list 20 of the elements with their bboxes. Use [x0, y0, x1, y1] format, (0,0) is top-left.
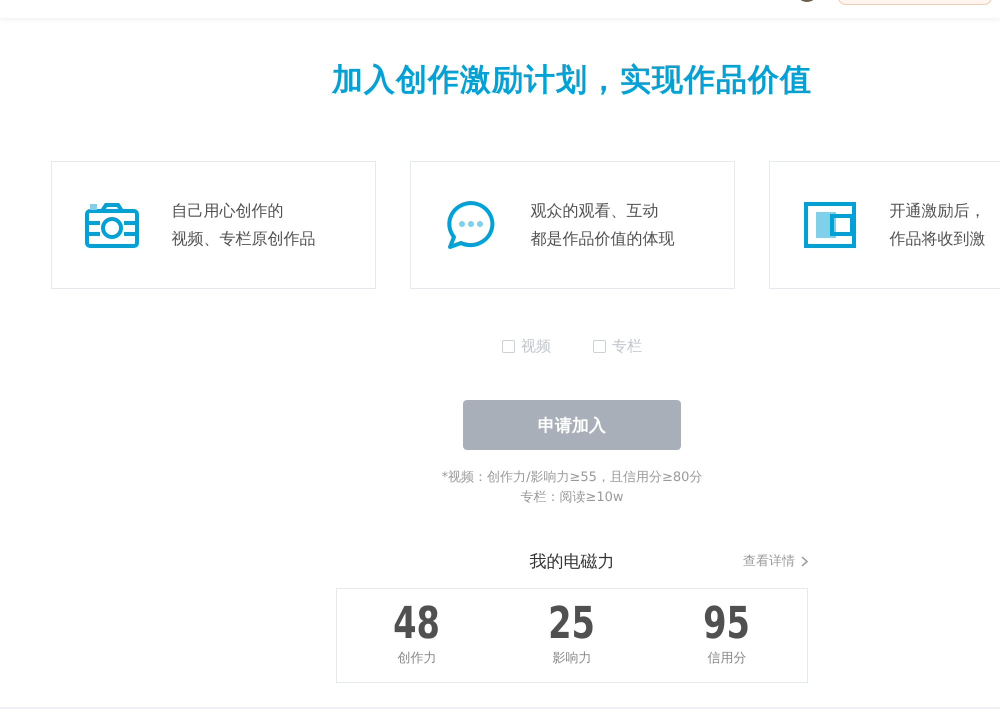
chevron-right-icon — [801, 556, 808, 566]
requirement-note: 专栏：阅读≥10w — [520, 489, 624, 507]
stat-value: 25 — [548, 599, 596, 649]
stat-value: 48 — [394, 599, 440, 649]
requirement-note: *视频：创作力/影响力≥55，且信用分≥80分 — [442, 469, 702, 487]
card-text: 自己用心创作的 视频、专栏原创作品 — [172, 200, 316, 250]
card-text: 开通激励后， 作品将收到激 — [890, 200, 986, 250]
wallet-icon — [804, 202, 856, 248]
stat-label: 信用分 — [708, 650, 746, 667]
stat-label: 创作力 — [398, 650, 436, 667]
stat-label: 影响力 — [552, 650, 592, 667]
card-text: 观众的观看、互动 都是作品价值的体现 — [530, 200, 674, 250]
page-title: 加入创作激励计划，实现作品价值 — [332, 61, 812, 100]
checkbox-option[interactable]: 专栏 — [593, 337, 642, 356]
details-link[interactable]: 查看详情 — [743, 552, 808, 570]
chat-bubble-icon — [444, 200, 496, 250]
checkbox-option[interactable]: 视频 — [502, 337, 551, 356]
camera-icon — [84, 201, 140, 249]
stat-value: 95 — [704, 599, 750, 649]
section-title: 我的电磁力 — [530, 551, 614, 574]
